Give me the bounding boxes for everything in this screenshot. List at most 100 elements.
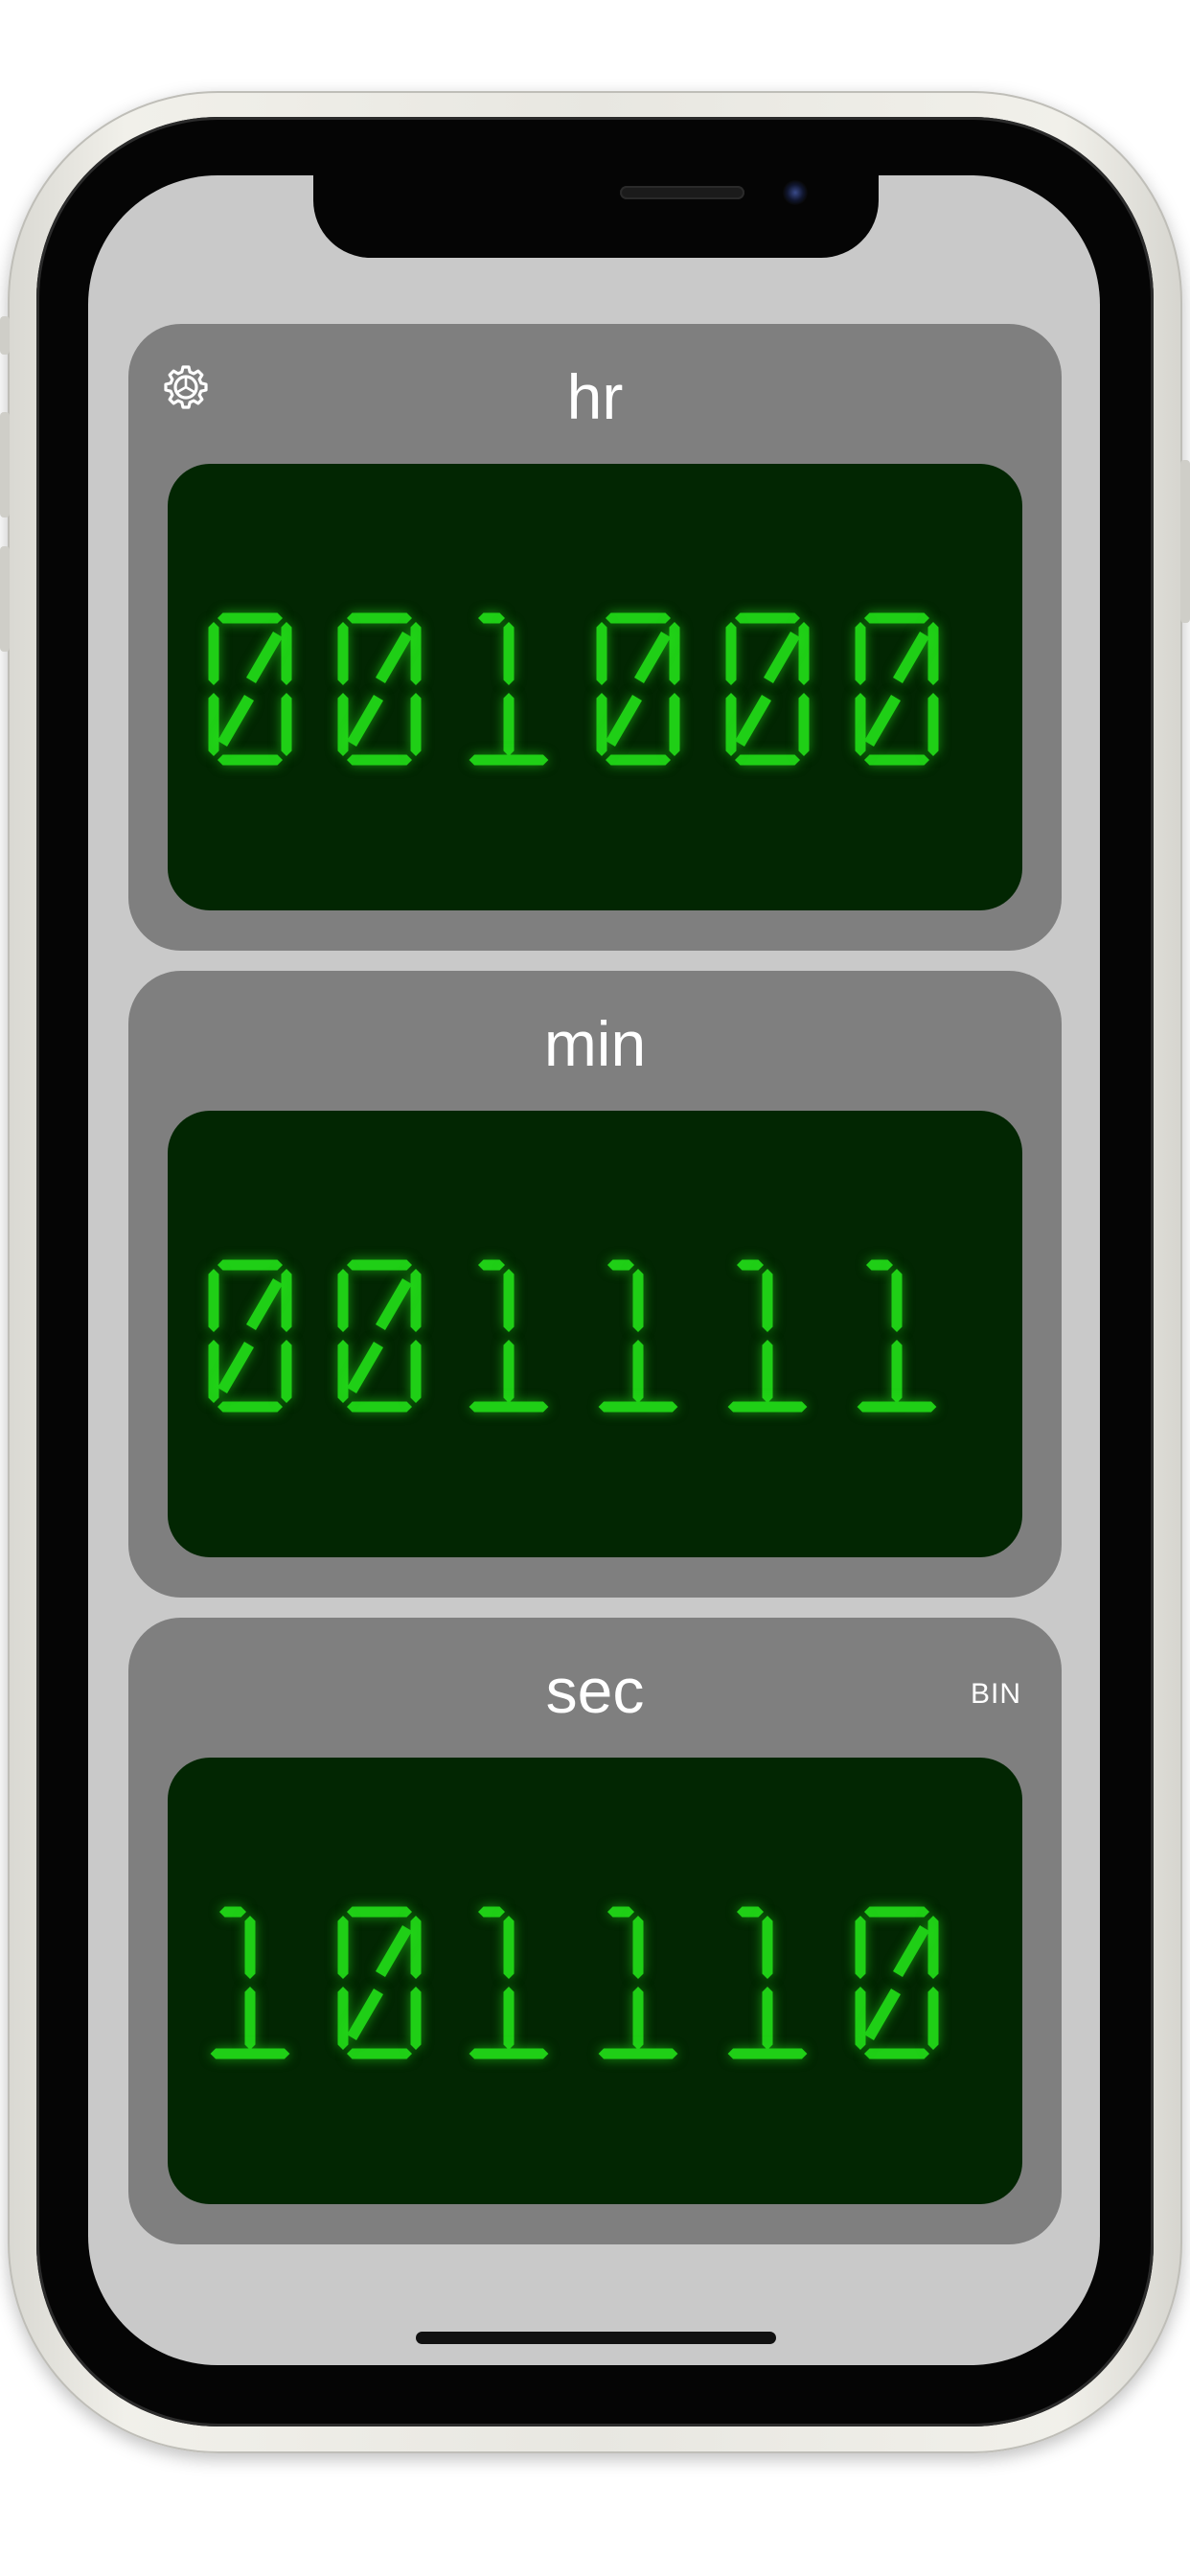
- digit-segment: [281, 622, 292, 685]
- digit-segment: [503, 622, 515, 685]
- digit-segment: [632, 1269, 644, 1332]
- digit-segment: [632, 1916, 644, 1979]
- speaker-grille: [620, 186, 744, 199]
- digit-segment: [347, 1259, 412, 1271]
- digit: [725, 612, 810, 766]
- digit-segment: [864, 754, 929, 766]
- digit-segment: [244, 1916, 256, 1979]
- digit-segment: [857, 1401, 937, 1413]
- digit-segment: [208, 693, 219, 756]
- digit-segment: [410, 1987, 422, 2050]
- digit-segment: [217, 695, 254, 747]
- digit-segment: [893, 632, 929, 683]
- digit-segment: [725, 693, 737, 756]
- digit: [210, 1906, 290, 2059]
- minutes-digits: [208, 1259, 937, 1413]
- digit-segment: [762, 1987, 773, 2050]
- digit-segment: [337, 693, 349, 756]
- digit-segment: [347, 2048, 412, 2059]
- digit-segment: [798, 693, 810, 756]
- hours-display: [168, 464, 1022, 910]
- digit: [855, 1906, 939, 2059]
- digit-segment: [607, 1906, 634, 1918]
- minutes-card: min: [128, 971, 1062, 1598]
- digit-segment: [281, 1269, 292, 1332]
- digit: [337, 1906, 422, 2059]
- digit-segment: [246, 632, 283, 683]
- digit: [208, 612, 292, 766]
- hours-digits: [208, 612, 939, 766]
- digit-segment: [217, 612, 283, 624]
- side-button: [0, 412, 10, 518]
- digit-segment: [927, 1987, 939, 2050]
- digit-segment: [410, 1269, 422, 1332]
- digit-segment: [503, 1340, 515, 1403]
- digit: [598, 1259, 678, 1413]
- digit-segment: [281, 693, 292, 756]
- digit-segment: [469, 2048, 549, 2059]
- digit-segment: [281, 1340, 292, 1403]
- digit-segment: [337, 1987, 349, 2050]
- digit-segment: [864, 1989, 901, 2040]
- digit-segment: [598, 1401, 678, 1413]
- digit: [727, 1906, 808, 2059]
- digit-segment: [735, 695, 771, 747]
- digit: [857, 1259, 937, 1413]
- home-indicator[interactable]: [416, 2332, 776, 2344]
- digit-segment: [669, 693, 680, 756]
- digit-segment: [244, 1987, 256, 2050]
- digit-segment: [669, 622, 680, 685]
- digit-segment: [762, 1340, 773, 1403]
- number-base-toggle[interactable]: BIN: [971, 1677, 1021, 1712]
- digit-segment: [347, 754, 412, 766]
- digit-segment: [337, 1916, 349, 1979]
- digit-segment: [798, 622, 810, 685]
- digit-segment: [596, 693, 607, 756]
- digit-segment: [864, 612, 929, 624]
- seconds-card: sec BIN: [128, 1618, 1062, 2244]
- digit-segment: [217, 754, 283, 766]
- device-mockup: hr min sec BIN: [0, 0, 1190, 2576]
- digit: [469, 1259, 549, 1413]
- digit-segment: [927, 622, 939, 685]
- digit-segment: [737, 1906, 764, 1918]
- digit-segment: [891, 1269, 903, 1332]
- digit-segment: [208, 1340, 219, 1403]
- digit: [855, 612, 939, 766]
- hours-label: hr: [566, 361, 624, 432]
- digit-segment: [503, 1916, 515, 1979]
- digit-segment: [376, 1278, 412, 1330]
- digit-segment: [347, 695, 383, 747]
- seconds-label: sec: [545, 1655, 645, 1726]
- digit-segment: [503, 1987, 515, 2050]
- digit-segment: [337, 1269, 349, 1332]
- digit-segment: [410, 1916, 422, 1979]
- seconds-display: [168, 1758, 1022, 2204]
- digit-segment: [347, 1401, 412, 1413]
- front-camera: [783, 180, 808, 205]
- digit-segment: [596, 622, 607, 685]
- digit-segment: [217, 1401, 283, 1413]
- digit-segment: [891, 1340, 903, 1403]
- app-screen: hr min sec BIN: [88, 175, 1100, 2365]
- digit: [469, 1906, 549, 2059]
- digit-segment: [376, 1925, 412, 1977]
- digit-segment: [246, 1278, 283, 1330]
- hours-card: hr: [128, 324, 1062, 951]
- digit-segment: [210, 2048, 290, 2059]
- digit-segment: [606, 754, 671, 766]
- digit-segment: [208, 1269, 219, 1332]
- digit-segment: [347, 1342, 383, 1393]
- digit-segment: [727, 2048, 808, 2059]
- digit-segment: [727, 1401, 808, 1413]
- minutes-label: min: [543, 1008, 647, 1079]
- digit-segment: [855, 1987, 866, 2050]
- digit: [337, 1259, 422, 1413]
- digit: [727, 1259, 808, 1413]
- digit-segment: [217, 1342, 254, 1393]
- digit-segment: [607, 1259, 634, 1271]
- digit-segment: [632, 1340, 644, 1403]
- digit-segment: [735, 612, 800, 624]
- digit-segment: [337, 1340, 349, 1403]
- digit-segment: [347, 1906, 412, 1918]
